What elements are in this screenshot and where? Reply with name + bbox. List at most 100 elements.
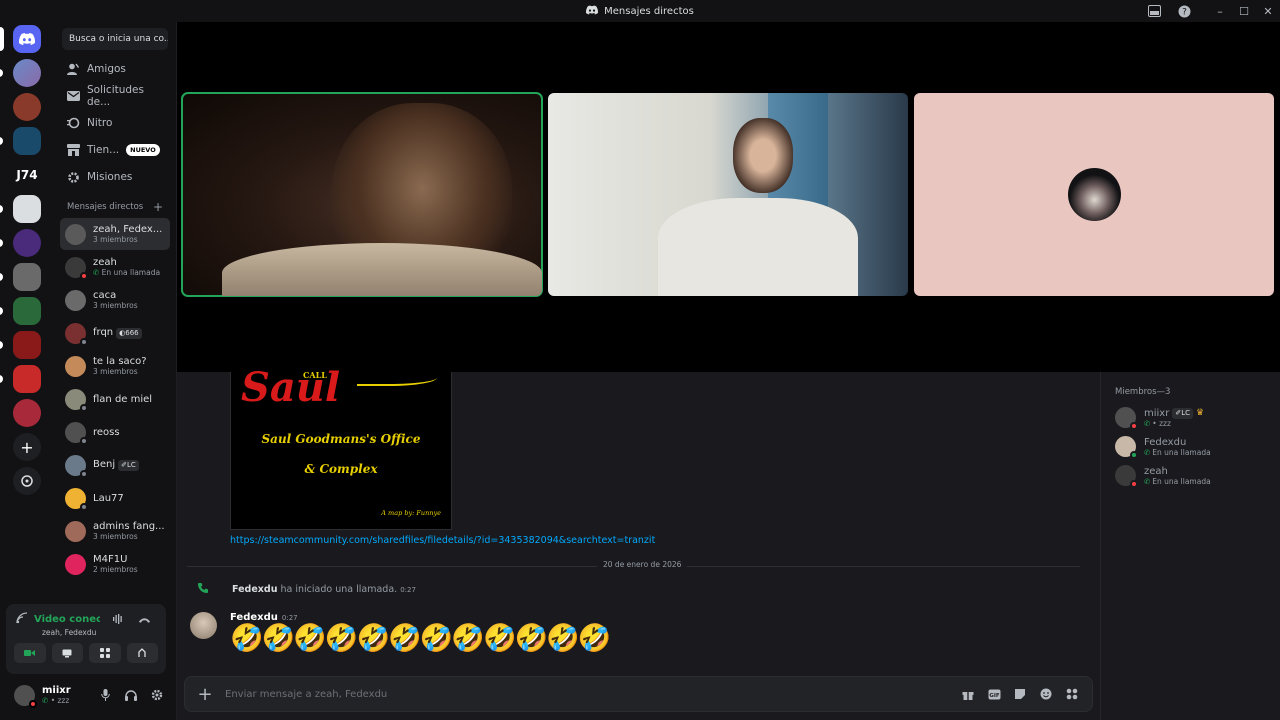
avatar xyxy=(65,421,88,445)
minimize-icon[interactable]: – xyxy=(1208,5,1232,18)
phone-icon: ✆ xyxy=(1144,418,1151,428)
message-input[interactable]: Enviar mensaje a zeah, Fedexdu xyxy=(225,689,960,700)
disconnect-icon[interactable] xyxy=(138,610,151,629)
dm-item[interactable]: admins fang... 3 miembros xyxy=(60,515,170,547)
dm-item[interactable]: frqn ◐ 666 xyxy=(60,317,170,349)
dm-item-name: Benj xyxy=(93,459,116,470)
member-item[interactable]: zeah ✆ En una llamada xyxy=(1101,461,1280,490)
home-button[interactable] xyxy=(0,25,41,53)
voice-status-title[interactable]: Video conecta xyxy=(34,614,100,625)
member-name: Fedexdu xyxy=(1144,436,1187,448)
clan-tag: ◐ 666 xyxy=(116,328,142,339)
system-message: Fedexdu ha iniciado una llamada. 0:27 xyxy=(197,582,416,597)
svg-text:GIF: GIF xyxy=(989,693,1000,699)
sticker-icon[interactable] xyxy=(1012,686,1028,702)
nav-item-quests[interactable]: Misiones xyxy=(60,164,170,190)
nav-item-nitro[interactable]: Nitro xyxy=(60,110,170,136)
dm-item-subtitle: En una llamada xyxy=(101,268,161,277)
close-icon[interactable]: ✕ xyxy=(1256,5,1280,18)
dm-item[interactable]: Benj ✐ LC xyxy=(60,449,170,481)
dm-item[interactable]: caca 3 miembros xyxy=(60,284,170,316)
new-badge: NUEVO xyxy=(126,144,160,156)
server-icon[interactable] xyxy=(0,59,41,87)
maximize-icon[interactable]: ☐ xyxy=(1232,5,1256,18)
nav-item-friends[interactable]: Amigos xyxy=(60,56,170,82)
settings-gear-icon[interactable] xyxy=(147,685,166,705)
dm-item[interactable]: reoss xyxy=(60,416,170,448)
dm-item[interactable]: Lau77 xyxy=(60,482,170,514)
server-icon[interactable] xyxy=(13,399,41,427)
dm-item[interactable]: zeah ✆ En una llamada xyxy=(60,251,170,283)
camera-button[interactable] xyxy=(14,643,46,663)
server-icon[interactable] xyxy=(0,297,41,325)
avatar[interactable] xyxy=(14,684,37,708)
discover-icon[interactable] xyxy=(13,467,41,495)
help-icon[interactable]: ? xyxy=(1176,3,1192,19)
noise-suppression-icon[interactable] xyxy=(112,610,124,629)
server-icon[interactable] xyxy=(13,93,41,121)
server-icon[interactable] xyxy=(0,229,41,257)
image-embed[interactable]: CALL Saul Saul Goodmans's Office & Compl… xyxy=(230,366,452,530)
avatar[interactable] xyxy=(190,612,217,639)
phone-call-icon xyxy=(197,582,209,597)
emoji-icon[interactable] xyxy=(1038,686,1054,702)
dm-item-name: zeah, Fedex... xyxy=(93,224,163,235)
member-status: • zzz xyxy=(1152,418,1171,428)
create-dm-icon[interactable]: + xyxy=(153,200,163,214)
system-message-text: ha iniciado una llamada. xyxy=(280,584,398,595)
nav-item-label: Tien... xyxy=(87,144,120,156)
inbox-icon[interactable] xyxy=(1146,3,1162,19)
dm-header-label: Mensajes directos xyxy=(67,202,144,212)
member-item[interactable]: miixr ✐ LC ♛ ✆ • zzz xyxy=(1101,403,1280,432)
owner-crown-icon: ♛ xyxy=(1196,407,1205,418)
avatar xyxy=(65,355,86,377)
microphone-icon[interactable] xyxy=(96,685,115,705)
message-author[interactable]: Fedexdu xyxy=(230,612,278,623)
gif-icon[interactable]: GIF xyxy=(986,686,1002,702)
nav-item-label: Nitro xyxy=(87,117,113,129)
gift-icon[interactable] xyxy=(960,686,976,702)
member-item[interactable]: Fedexdu ✆ En una llamada xyxy=(1101,432,1280,461)
server-icon[interactable] xyxy=(0,263,41,291)
phone-icon: ✆ xyxy=(1144,476,1151,486)
server-icon[interactable] xyxy=(0,365,41,393)
dm-item-name: M4F1U xyxy=(93,554,128,565)
dm-item[interactable]: zeah, Fedex... 3 miembros xyxy=(60,218,170,250)
system-message-user[interactable]: Fedexdu xyxy=(232,584,277,595)
dm-item[interactable]: te la saco? 3 miembros xyxy=(60,350,170,382)
server-icon[interactable] xyxy=(0,127,41,155)
dm-item[interactable]: flan de miel xyxy=(60,383,170,415)
friends-icon xyxy=(66,62,80,76)
nav-item-envelope[interactable]: Solicitudes de... xyxy=(60,83,170,109)
server-icon[interactable] xyxy=(0,331,41,359)
avatar xyxy=(65,553,86,575)
soundboard-button[interactable] xyxy=(126,643,158,663)
steam-link[interactable]: https://steamcommunity.com/sharedfiles/f… xyxy=(230,535,655,546)
search-input[interactable]: Busca o inicia una co... xyxy=(62,28,168,50)
video-tile-avatar[interactable] xyxy=(914,93,1274,296)
message-composer: + Enviar mensaje a zeah, Fedexdu GIF xyxy=(184,676,1093,712)
chat-message: Fedexdu 0:27 🤣🤣🤣🤣🤣🤣🤣🤣🤣🤣🤣🤣 xyxy=(190,612,611,655)
dm-item[interactable]: M4F1U 2 miembros xyxy=(60,548,170,580)
activities-button[interactable] xyxy=(89,643,121,663)
clan-tag-label: 666 xyxy=(125,329,139,337)
nav-item-label: Solicitudes de... xyxy=(87,84,144,108)
add-server-icon[interactable]: + xyxy=(13,433,41,461)
video-tile-speaking[interactable] xyxy=(181,92,543,297)
embed-saul-text: Saul xyxy=(241,364,341,411)
avatar xyxy=(1115,436,1138,459)
nav-item-shop[interactable]: Tien... NUEVO xyxy=(60,137,170,163)
avatar xyxy=(65,487,88,511)
signal-icon[interactable] xyxy=(16,612,28,627)
attach-plus-icon[interactable]: + xyxy=(185,684,225,705)
headphones-icon[interactable] xyxy=(122,685,141,705)
server-icon[interactable]: J74 xyxy=(13,161,41,189)
dm-item-subtitle: 3 miembros xyxy=(93,301,138,310)
apps-icon[interactable] xyxy=(1064,686,1080,702)
video-tile[interactable] xyxy=(548,93,908,296)
screenshare-button[interactable] xyxy=(51,643,83,663)
server-icon[interactable] xyxy=(0,195,41,223)
dm-item-name: caca xyxy=(93,290,117,301)
system-message-time: 0:27 xyxy=(400,586,416,594)
user-panel: miixr ✆ • zzz xyxy=(6,678,166,712)
